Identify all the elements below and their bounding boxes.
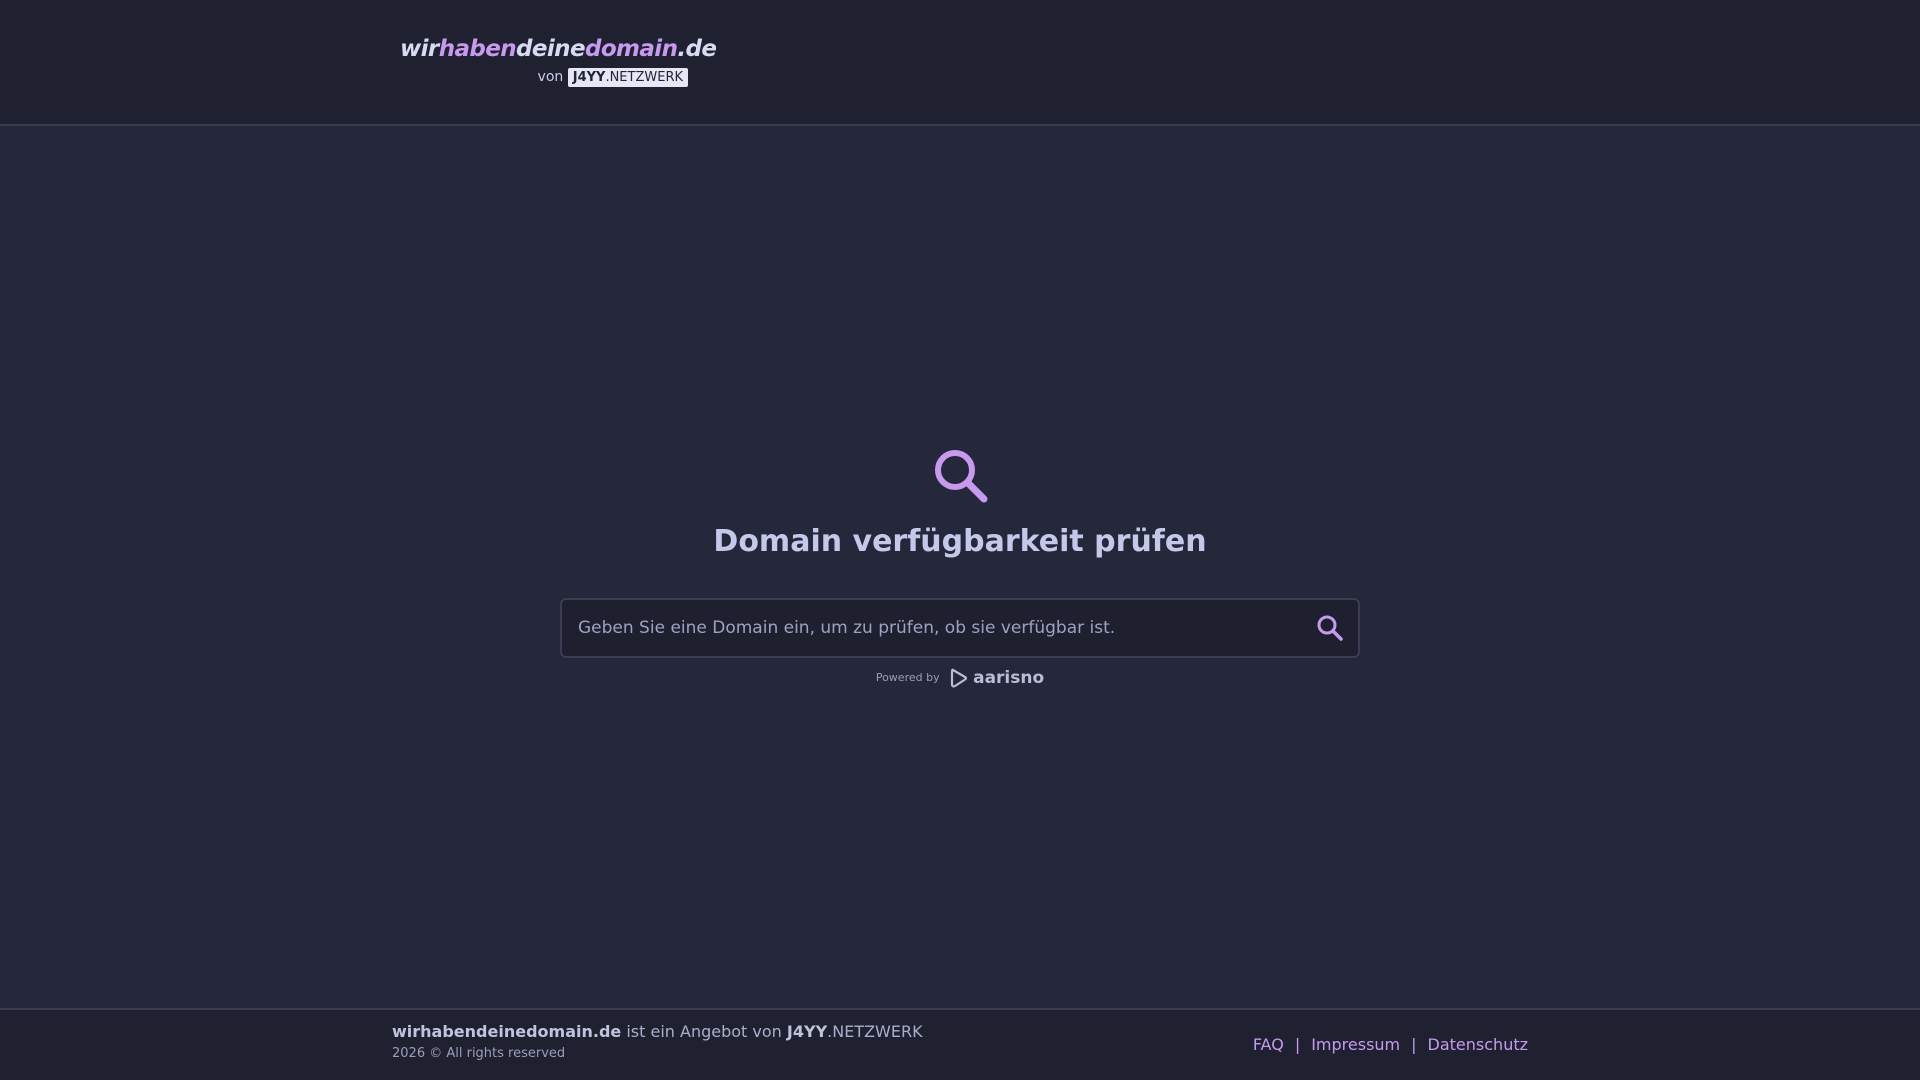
site-logo[interactable]: wirhabendeinedomain.de von J4YY.NETZWERK	[400, 34, 717, 87]
network-badge: J4YY.NETZWERK	[567, 67, 688, 87]
footer-links: FAQ | Impressum | Datenschutz	[1180, 1034, 1528, 1056]
powered-by-brand-name: aarisno	[973, 668, 1045, 688]
footer-network: J4YY.NETZWERK	[786, 1022, 923, 1041]
page-title: Domain verfügbarkeit prüfen	[713, 524, 1207, 559]
domain-search-box	[560, 598, 1360, 658]
powered-by[interactable]: Powered by aarisno	[0, 666, 1920, 690]
footer-info: wirhabendeinedomain.de ist ein Angebot v…	[392, 1021, 923, 1065]
footer-link-faq[interactable]: FAQ	[1253, 1035, 1284, 1054]
footer-offer-line: wirhabendeinedomain.de ist ein Angebot v…	[392, 1021, 923, 1043]
logo-wordmark: wirhabendeinedomain.de	[400, 36, 717, 62]
main-content: Domain verfügbarkeit prüfen Powered by a…	[0, 128, 1920, 1008]
site-header: wirhabendeinedomain.de von J4YY.NETZWERK	[0, 0, 1920, 126]
footer-link-separator: |	[1294, 1035, 1301, 1054]
site-footer: wirhabendeinedomain.de ist ein Angebot v…	[0, 1008, 1920, 1080]
powered-by-brand: aarisno	[949, 666, 1044, 690]
search-submit-button[interactable]	[1314, 612, 1346, 644]
aarisno-logo-icon	[950, 668, 968, 688]
footer-link-separator: |	[1411, 1035, 1417, 1054]
logo-von-label: von	[537, 69, 564, 85]
search-icon	[935, 450, 988, 503]
footer-link-datenschutz[interactable]: Datenschutz	[1428, 1035, 1528, 1054]
footer-copyright: 2026 © All rights reserved	[392, 1046, 566, 1061]
domain-search-input[interactable]	[578, 600, 1278, 656]
footer-link-impressum[interactable]: Impressum	[1311, 1035, 1400, 1054]
logo-subline: von J4YY.NETZWERK	[400, 67, 688, 87]
footer-offer-text: ist ein Angebot von	[626, 1022, 782, 1041]
search-icon	[1317, 615, 1343, 641]
footer-site-name: wirhabendeinedomain.de	[392, 1022, 622, 1041]
powered-by-label: Powered by	[875, 671, 940, 684]
